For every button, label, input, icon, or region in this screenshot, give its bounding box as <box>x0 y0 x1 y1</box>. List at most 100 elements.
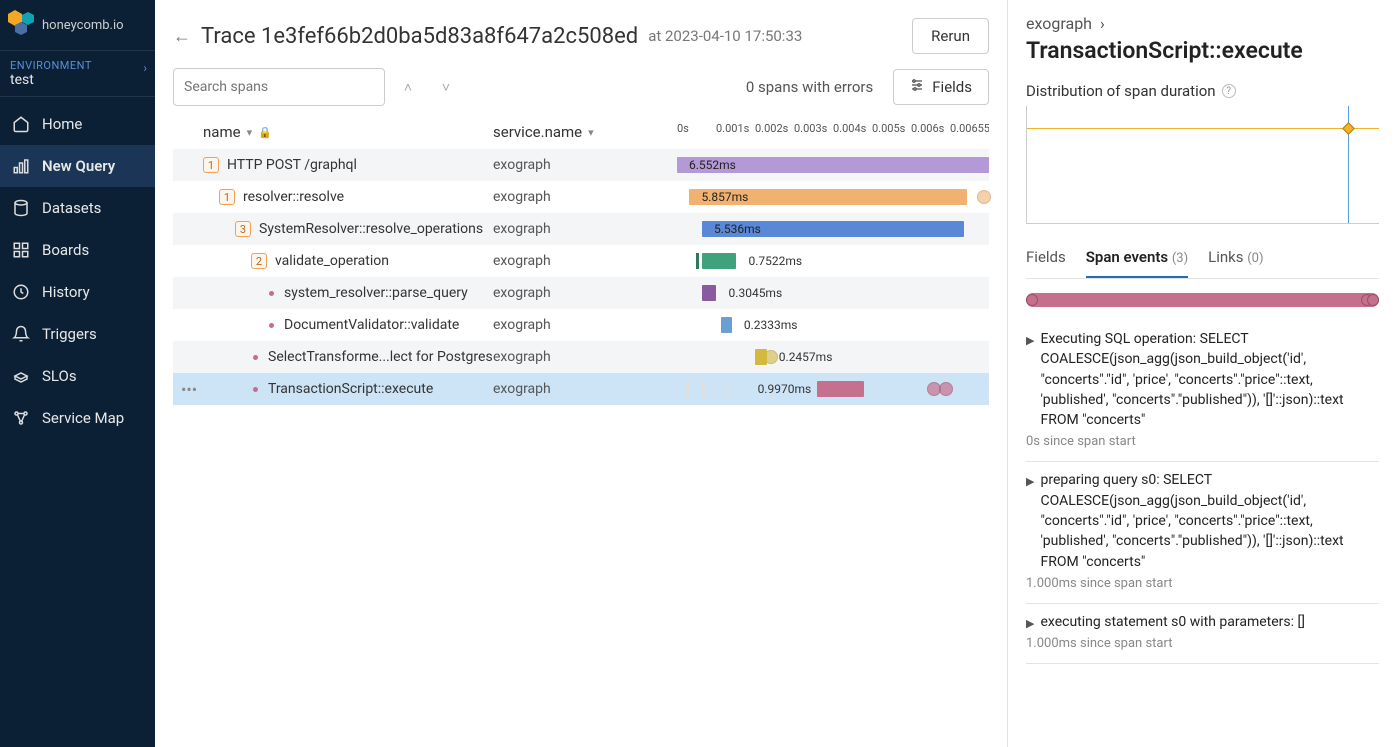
row-actions-icon[interactable]: ••• <box>181 380 197 399</box>
span-service-cell: exograph <box>493 349 677 365</box>
column-header-service[interactable]: service.name▾ <box>493 123 677 141</box>
tab-links[interactable]: Links (0) <box>1208 242 1263 278</box>
fields-icon <box>910 78 924 96</box>
span-row[interactable]: •••3SystemResolver::resolve_operationsex… <box>173 213 989 245</box>
boards-icon <box>12 241 30 259</box>
span-timeline-cell: 0.9970ms <box>677 373 989 405</box>
nav-history[interactable]: History <box>0 271 155 313</box>
span-timeline-cell: 0.2457ms <box>677 341 989 373</box>
nav-new-query[interactable]: New Query <box>0 145 155 187</box>
event-distribution-bar[interactable] <box>1026 293 1379 307</box>
nav-boards[interactable]: Boards <box>0 229 155 271</box>
timeline-header: 0s0.001s0.002s0.003s0.004s0.005s0.006s0.… <box>677 122 989 142</box>
environment-name: test <box>10 72 145 88</box>
distribution-label: Distribution of span duration ? <box>1026 82 1379 100</box>
span-service-cell: exograph <box>493 317 677 333</box>
environment-label: ENVIRONMENT <box>10 59 145 72</box>
environment-selector[interactable]: ENVIRONMENT test › <box>0 50 155 97</box>
trace-title: Trace 1e3fef66b2d0ba5d83a8f647a2c508ed <box>201 24 638 49</box>
leaf-dot-icon <box>269 323 274 328</box>
main: ← Trace 1e3fef66b2d0ba5d83a8f647a2c508ed… <box>155 0 1397 747</box>
leaf-dot-icon <box>269 291 274 296</box>
nav-home[interactable]: Home <box>0 103 155 145</box>
help-icon[interactable]: ? <box>1222 84 1236 98</box>
back-arrow-icon[interactable]: ← <box>173 26 191 47</box>
span-service-cell: exograph <box>493 189 677 205</box>
rerun-button[interactable]: Rerun <box>912 18 989 54</box>
expand-icon[interactable]: ▶ <box>1026 474 1034 571</box>
span-timeline-cell: 0.2333ms <box>677 309 989 341</box>
timeline-tick: 0.00655s <box>950 122 989 135</box>
child-count-badge: 2 <box>251 253 267 269</box>
timeline-tick: 0.004s <box>833 122 872 135</box>
errors-count: 0 spans with errors <box>746 78 873 96</box>
child-count-badge: 1 <box>219 189 235 205</box>
event-time: 1.000ms since span start <box>1026 636 1379 651</box>
leaf-dot-icon <box>253 355 258 360</box>
span-name-cell: system_resolver::parse_query <box>173 285 493 301</box>
event-text: preparing query s0: SELECT COALESCE(json… <box>1040 470 1379 571</box>
span-event[interactable]: ▶Executing SQL operation: SELECT COALESC… <box>1026 321 1379 462</box>
logo[interactable]: honeycomb.io <box>0 0 155 50</box>
event-time: 1.000ms since span start <box>1026 576 1379 591</box>
controls-row: ˄ ˅ 0 spans with errors Fields <box>173 68 989 116</box>
expand-icon[interactable]: ▶ <box>1026 333 1034 430</box>
nav-triggers[interactable]: Triggers <box>0 313 155 355</box>
detail-span-title: TransactionScript::execute <box>1026 37 1379 64</box>
span-timeline-cell: 6.552ms <box>677 149 989 181</box>
timeline-tick: 0.005s <box>872 122 911 135</box>
span-event[interactable]: ▶preparing query s0: SELECT COALESCE(jso… <box>1026 462 1379 603</box>
span-service-cell: exograph <box>493 157 677 173</box>
detail-panel: exograph › TransactionScript::execute Di… <box>1007 0 1397 747</box>
span-timeline-cell: 0.3045ms <box>677 277 989 309</box>
column-header-name[interactable]: name▾🔒 <box>173 123 493 141</box>
timeline-tick: 0s <box>677 122 716 135</box>
tab-fields[interactable]: Fields <box>1026 242 1066 278</box>
nav-service-map[interactable]: Service Map <box>0 397 155 439</box>
span-row[interactable]: •••1resolver::resolveexograph5.857ms <box>173 181 989 213</box>
span-name-cell: TransactionScript::execute <box>173 381 493 397</box>
span-row[interactable]: •••DocumentValidator::validateexograph0.… <box>173 309 989 341</box>
search-spans-input[interactable] <box>173 68 385 106</box>
span-row[interactable]: •••1HTTP POST /graphqlexograph6.552ms <box>173 149 989 181</box>
span-row[interactable]: •••SelectTransforme...lect for Postgrese… <box>173 341 989 373</box>
span-service-cell: exograph <box>493 285 677 301</box>
service-map-icon <box>12 409 30 427</box>
span-name-cell: 1HTTP POST /graphql <box>173 157 493 173</box>
next-result-button[interactable]: ˅ <box>431 72 461 102</box>
home-icon <box>12 115 30 133</box>
event-text: Executing SQL operation: SELECT COALESCE… <box>1040 329 1379 430</box>
distribution-chart[interactable] <box>1026 106 1379 224</box>
span-rows: •••1HTTP POST /graphqlexograph6.552ms•••… <box>173 149 989 405</box>
timeline-tick: 0.003s <box>794 122 833 135</box>
span-row[interactable]: •••2validate_operationexograph0.7522ms <box>173 245 989 277</box>
breadcrumb[interactable]: exograph › <box>1026 14 1379 33</box>
nav: HomeNew QueryDatasetsBoardsHistoryTrigge… <box>0 97 155 439</box>
trace-panel: ← Trace 1e3fef66b2d0ba5d83a8f647a2c508ed… <box>155 0 1007 747</box>
sidebar: honeycomb.io ENVIRONMENT test › HomeNew … <box>0 0 155 747</box>
history-icon <box>12 283 30 301</box>
fields-button[interactable]: Fields <box>893 69 989 105</box>
span-service-cell: exograph <box>493 221 677 237</box>
child-count-badge: 3 <box>235 221 251 237</box>
timeline-tick: 0.001s <box>716 122 755 135</box>
chevron-right-icon: › <box>143 61 147 75</box>
nav-datasets[interactable]: Datasets <box>0 187 155 229</box>
span-name-cell: 3SystemResolver::resolve_operations <box>173 221 493 237</box>
tab-span-events[interactable]: Span events (3) <box>1086 242 1188 278</box>
triggers-icon <box>12 325 30 343</box>
span-name-cell: SelectTransforme...lect for Postgres <box>173 349 493 365</box>
span-row[interactable]: •••TransactionScript::executeexograph0.9… <box>173 373 989 405</box>
trace-header: ← Trace 1e3fef66b2d0ba5d83a8f647a2c508ed… <box>173 8 989 68</box>
nav-slos[interactable]: SLOs <box>0 355 155 397</box>
detail-tabs: Fields Span events (3) Links (0) <box>1026 242 1379 279</box>
span-name-cell: DocumentValidator::validate <box>173 317 493 333</box>
span-event[interactable]: ▶executing statement s0 with parameters:… <box>1026 604 1379 664</box>
logo-icon <box>8 10 38 40</box>
slos-icon <box>12 367 30 385</box>
table-header: name▾🔒 service.name▾ 0s0.001s0.002s0.003… <box>173 116 989 149</box>
timeline-tick: 0.002s <box>755 122 794 135</box>
span-row[interactable]: •••system_resolver::parse_queryexograph0… <box>173 277 989 309</box>
expand-icon[interactable]: ▶ <box>1026 616 1034 632</box>
prev-result-button[interactable]: ˄ <box>393 72 423 102</box>
